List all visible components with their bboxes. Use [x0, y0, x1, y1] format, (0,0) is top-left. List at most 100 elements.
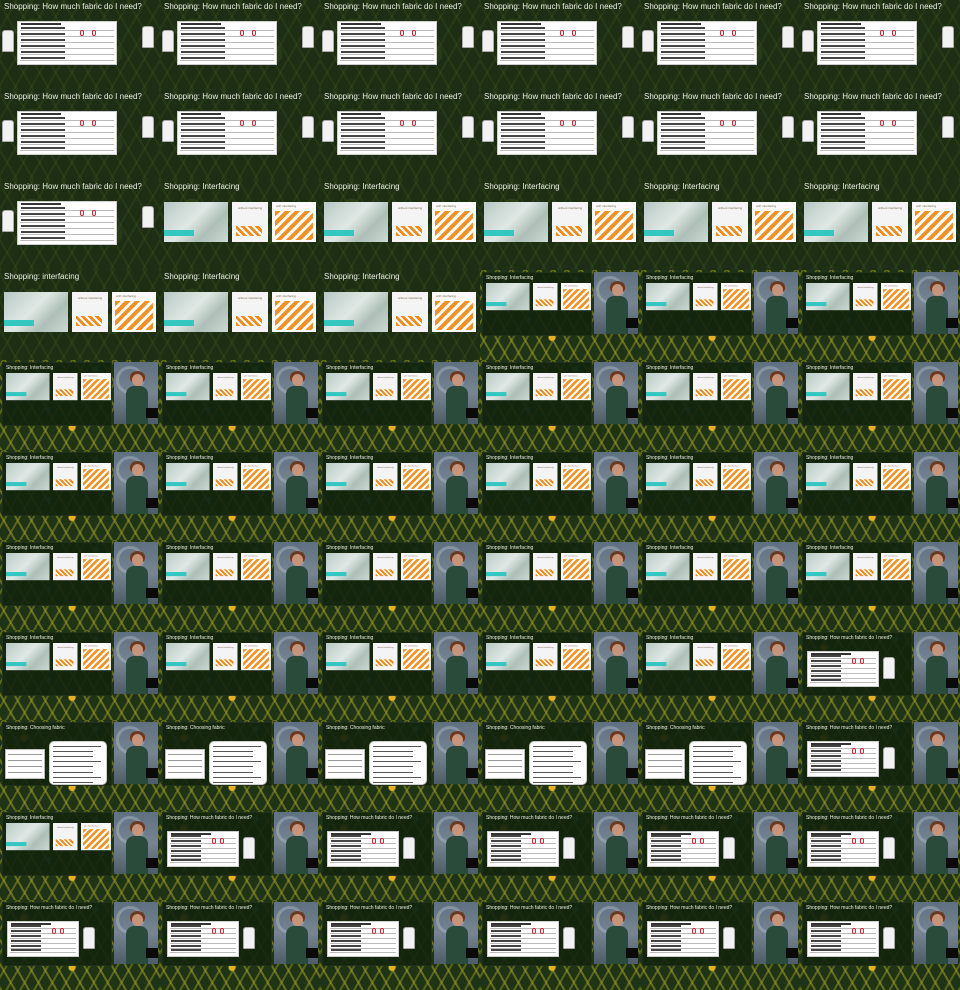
interfacing-photo-small: without interfacing	[533, 373, 558, 401]
chart-row-text	[811, 674, 841, 677]
video-frame: Shopping: Interfacing without interfacing…	[480, 450, 640, 540]
dress-sketch-left	[642, 120, 654, 142]
projected-slide: Shopping: Interfacing without interfacing…	[642, 272, 752, 336]
slide-body: without interfacing with interfacing	[163, 371, 273, 427]
slide-title: Shopping: How much fabric do I need?	[164, 92, 302, 101]
speaker-head	[132, 824, 143, 836]
with-interfacing-label: with interfacing	[403, 644, 418, 648]
interfacing-photo-with: with interfacing	[272, 202, 316, 242]
without-interfacing-label: without interfacing	[377, 375, 394, 379]
speaker-head	[932, 554, 943, 566]
interfacing-photo-without	[326, 643, 370, 671]
orange-fabric-zigzag	[563, 559, 589, 579]
orange-fabric-zigzag	[435, 211, 473, 240]
speaker-body	[126, 926, 148, 964]
size-chart-table	[177, 111, 277, 155]
text-line	[213, 777, 261, 778]
text-line	[213, 766, 253, 767]
interfacing-photo-without	[326, 373, 370, 401]
size-chart-table	[17, 201, 117, 245]
video-frame: Shopping: How much fabric do I need?	[320, 810, 480, 900]
interfacing-photo-small: without interfacing	[853, 553, 878, 581]
slide-body	[643, 731, 753, 787]
table-row-rule	[8, 754, 42, 755]
speaker-head	[772, 914, 783, 926]
red-size-marker	[372, 838, 376, 844]
orange-fabric-sample	[236, 316, 262, 326]
chart-row-text	[821, 45, 865, 47]
with-interfacing-label: with interfacing	[916, 204, 937, 208]
speaker-body	[926, 296, 948, 334]
chart-row-rule	[490, 862, 556, 864]
teal-label-strip	[486, 662, 507, 667]
dress-sketch-right	[462, 26, 474, 48]
with-interfacing-label: with interfacing	[723, 284, 738, 288]
speaker-head	[292, 644, 303, 656]
text-line	[533, 766, 573, 767]
video-frame: Shopping: Interfacing without interfacing…	[0, 450, 160, 540]
video-frame: Shopping: How much fabric do I need?	[800, 90, 960, 180]
video-frame: Shopping: How much fabric do I need?	[480, 90, 640, 180]
chart-row-text	[661, 27, 705, 29]
size-chart-table	[807, 921, 879, 957]
chart-row-text	[501, 39, 545, 41]
chart-row-text	[341, 135, 385, 137]
chart-header-line	[821, 23, 861, 25]
chart-row-text	[661, 45, 705, 47]
red-size-marker	[412, 30, 416, 36]
speaker-photo	[754, 272, 798, 334]
text-line	[53, 766, 93, 767]
with-interfacing-label: with interfacing	[436, 204, 457, 208]
video-frame: Shopping: Interfacing without interfacing…	[640, 540, 800, 630]
chart-row-rule	[820, 42, 914, 43]
chart-row-text	[651, 944, 681, 947]
interfacing-photo-with: with interfacing	[81, 463, 111, 491]
projected-slide: Shopping: Interfacing without interfacing…	[802, 272, 912, 336]
chart-row-text	[651, 930, 681, 933]
chart-header-line	[501, 113, 541, 115]
orange-fabric-sample	[695, 659, 714, 667]
speaker-photo	[594, 632, 638, 694]
chart-row-rule	[180, 54, 274, 55]
podium-screen	[786, 318, 798, 328]
slide-body: without interfacing with interfacing	[160, 282, 320, 360]
chart-row-text	[661, 123, 705, 125]
interfacing-photo-without	[6, 823, 50, 851]
chart-row-text	[11, 939, 41, 942]
podium-screen	[626, 768, 638, 778]
chart-header-line	[341, 23, 381, 25]
speaker-body	[286, 746, 308, 784]
with-interfacing-label: with interfacing	[403, 464, 418, 468]
without-interfacing-label: without interfacing	[57, 825, 74, 829]
interfacing-photo-with: with interfacing	[401, 463, 431, 491]
size-chart-table	[807, 741, 879, 777]
speaker-body	[446, 746, 468, 784]
projected-slide: Shopping: How much fabric do I need?	[162, 812, 272, 876]
slide-body: without interfacing with interfacing	[483, 551, 593, 607]
speaker-head	[772, 554, 783, 566]
slide-body	[0, 12, 160, 90]
speaker-photo	[594, 272, 638, 334]
podium-screen	[146, 408, 158, 418]
orange-fabric-zigzag	[243, 649, 269, 669]
speaker-head	[292, 374, 303, 386]
speaker-body	[126, 386, 148, 424]
chart-row-text	[181, 117, 225, 119]
speaker-body	[286, 926, 308, 964]
chart-row-text	[341, 51, 385, 53]
orange-fabric-zigzag	[243, 469, 269, 489]
slide-title: Shopping: Interfacing	[324, 182, 400, 191]
orange-fabric-zigzag	[883, 379, 909, 399]
speaker-photo	[274, 902, 318, 964]
chart-row-rule	[340, 54, 434, 55]
speaker-photo	[914, 812, 958, 874]
chart-row-text	[651, 835, 681, 838]
projected-slide: Shopping: How much fabric do I need?	[802, 722, 912, 786]
slide-body: without interfacing with interfacing	[3, 641, 113, 697]
fabric-suggestions-box	[49, 741, 107, 785]
slide-body: without interfacing with interfacing	[3, 821, 113, 877]
projected-slide: Shopping: How much fabric do I need?	[642, 812, 752, 876]
without-interfacing-label: without interfacing	[398, 206, 423, 210]
projected-slide: Shopping: How much fabric do I need?	[482, 812, 592, 876]
interfacing-photo-small: without interfacing	[373, 463, 398, 491]
